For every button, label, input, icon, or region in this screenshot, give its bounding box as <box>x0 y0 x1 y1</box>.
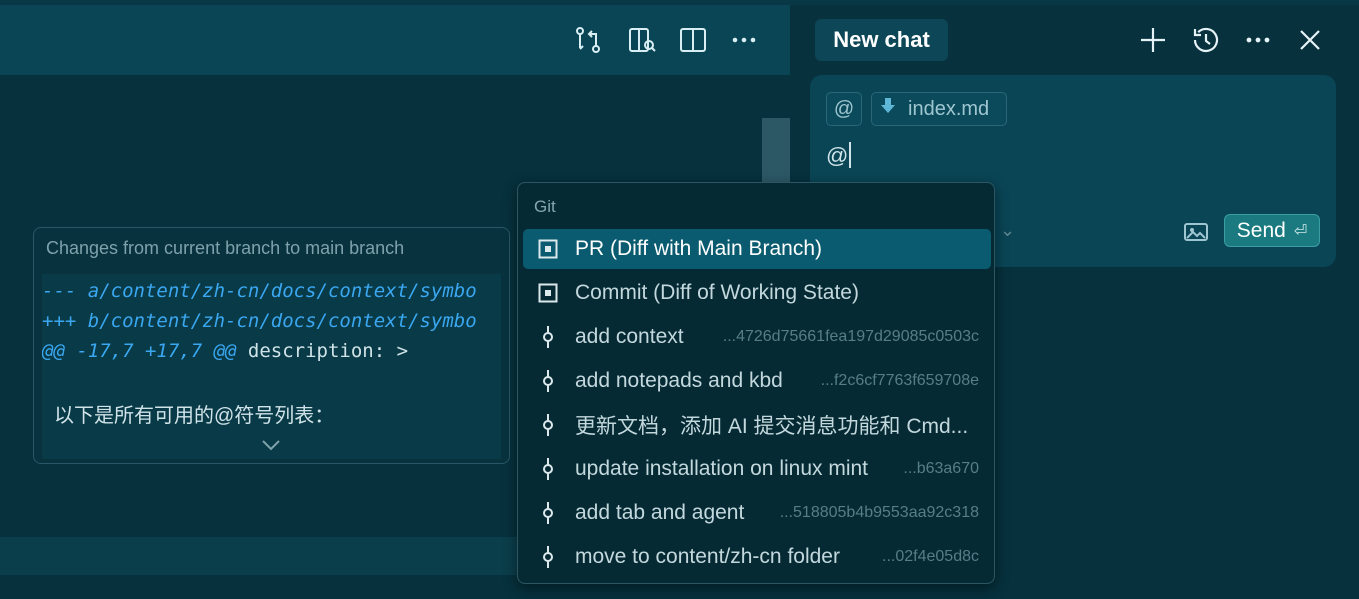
plus-icon[interactable] <box>1135 22 1171 58</box>
editor-toolbar <box>0 0 790 75</box>
more-actions-icon[interactable] <box>726 22 762 58</box>
commit-icon <box>537 414 559 436</box>
mention-item[interactable]: move to content/zh-cn folder ...02f4e05d8… <box>523 537 991 577</box>
diff-line-content: 以下是所有可用的@符号列表： <box>54 405 335 427</box>
chevron-down-icon[interactable] <box>260 438 282 457</box>
dropdown-section-git: Git <box>534 197 556 216</box>
source-control-compare-icon[interactable] <box>570 22 606 58</box>
commit-icon <box>537 502 559 524</box>
mention-item-label: add tab and agent <box>575 501 745 524</box>
open-changes-icon[interactable] <box>624 22 660 58</box>
send-button[interactable]: Send ⏎ <box>1224 214 1320 247</box>
chat-input-value: @ <box>826 143 849 168</box>
diff-box-icon <box>537 282 559 304</box>
commit-hash: ...518805b4b9553aa92c318 <box>779 504 979 521</box>
more-options-icon[interactable] <box>1240 22 1276 58</box>
diff-line-added: +++ b/content/zh-cn/docs/context/symbo <box>42 310 477 332</box>
commit-hash: ...b63a670 <box>903 460 979 477</box>
mention-item-label: add context <box>575 325 684 348</box>
split-editor-icon[interactable] <box>675 22 711 58</box>
diff-hunk-marker: @@ -17,7 +17,7 @@ <box>42 340 237 362</box>
text-caret <box>849 142 852 168</box>
mention-item-label: add notepads and kbd <box>575 369 783 392</box>
diff-hunk-header: @@ -17,7 +17,7 @@ description: > <box>42 340 408 362</box>
diff-preview-panel: Changes from current branch to main bran… <box>33 227 510 464</box>
add-context-button[interactable]: @ <box>826 92 862 126</box>
diff-line-deleted: --- a/content/zh-cn/docs/context/symbo <box>42 280 477 302</box>
context-file-name: index.md <box>908 97 990 120</box>
image-icon[interactable] <box>1183 220 1209 244</box>
diff-box-icon <box>537 238 559 260</box>
at-icon: @ <box>833 97 855 120</box>
mention-item[interactable]: add tab and agent ...518805b4b9553aa92c31… <box>523 493 991 533</box>
commit-icon <box>537 326 559 348</box>
mention-item-label: Commit (Diff of Working State) <box>575 281 859 304</box>
commit-icon <box>537 370 559 392</box>
mention-item[interactable]: add context ...4726d75661fea197d29085c050… <box>523 317 991 357</box>
chat-input[interactable]: @ <box>826 142 852 169</box>
commit-hash: ...4726d75661fea197d29085c0503c <box>722 328 979 345</box>
mention-dropdown: Git PR (Diff with Main Branch) Commit (Di… <box>517 182 995 584</box>
mention-item[interactable]: PR (Diff with Main Branch) <box>523 229 991 269</box>
editor-scrollbar[interactable] <box>762 118 790 188</box>
context-file-chip[interactable]: index.md <box>871 92 1007 126</box>
history-icon[interactable] <box>1188 22 1224 58</box>
diff-code-block: --- a/content/zh-cn/docs/context/symbo +… <box>42 274 501 459</box>
commit-hash: ...02f4e05d8c <box>882 548 979 565</box>
mention-item-label: 更新文档，添加 AI 提交消息功能和 Cmd... <box>575 415 969 438</box>
mention-item[interactable]: 更新文档，添加 AI 提交消息功能和 Cmd... <box>523 405 991 445</box>
enter-key-icon: ⏎ <box>1293 222 1308 240</box>
commit-icon <box>537 458 559 480</box>
mention-item[interactable]: add notepads and kbd ...f2c6cf7763f659708… <box>523 361 991 401</box>
diff-panel-title: Changes from current branch to main bran… <box>46 238 405 258</box>
new-chat-tab[interactable]: New chat <box>815 19 948 61</box>
markdown-file-icon <box>880 97 896 121</box>
diff-hunk-context: description: > <box>236 340 409 362</box>
mention-item-label: PR (Diff with Main Branch) <box>575 237 823 260</box>
commit-hash: ...f2c6cf7763f659708e <box>820 372 979 389</box>
mention-item-label: move to content/zh-cn folder <box>575 545 840 568</box>
commit-icon <box>537 546 559 568</box>
mention-item-label: update installation on linux mint <box>575 457 869 480</box>
mention-item[interactable]: update installation on linux mint ...b63a… <box>523 449 991 489</box>
close-icon[interactable] <box>1292 22 1328 58</box>
send-label: Send <box>1236 218 1286 242</box>
mention-item[interactable]: Commit (Diff of Working State) <box>523 273 991 313</box>
editor-bottom-bar <box>0 537 520 575</box>
